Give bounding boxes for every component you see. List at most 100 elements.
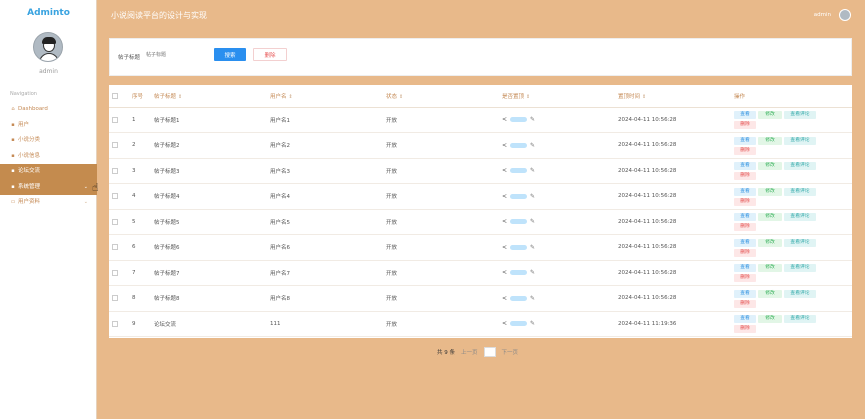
delete-button[interactable]: 删除 — [734, 248, 756, 257]
edit-button[interactable]: 修改 — [758, 187, 782, 196]
app-logo[interactable]: Adminto — [0, 8, 97, 18]
edit-button[interactable]: 修改 — [758, 136, 782, 145]
view-comments-button[interactable]: 查看评论 — [784, 264, 816, 273]
row-checkbox[interactable] — [109, 234, 129, 261]
sidebar-item-1[interactable]: ▪ 用户 — [0, 118, 97, 134]
pinned-switch[interactable] — [510, 321, 528, 327]
next-page-button[interactable]: 下一页 — [502, 348, 519, 356]
view-button[interactable]: 查看 — [734, 187, 756, 196]
search-button[interactable]: 搜索 — [214, 48, 246, 61]
view-comments-button[interactable]: 查看评论 — [784, 238, 816, 247]
row-pinned[interactable]: < ✎ — [499, 132, 615, 159]
header-avatar[interactable] — [839, 9, 851, 21]
row-actions: 查看 修改 查看评论删除 — [731, 132, 852, 159]
edit-icon[interactable]: ✎ — [530, 116, 535, 123]
sidebar-item-4[interactable]: ▪ 论坛交流 — [0, 164, 97, 180]
edit-button[interactable]: 修改 — [758, 111, 782, 120]
edit-button[interactable]: 修改 — [758, 162, 782, 171]
row-pinned[interactable]: < ✎ — [499, 234, 615, 261]
delete-button[interactable]: 删除 — [734, 325, 756, 334]
col-pinned[interactable]: 是否置顶 ⇕ — [499, 85, 615, 108]
row-checkbox[interactable] — [109, 183, 129, 210]
row-pinned[interactable]: < ✎ — [499, 183, 615, 210]
view-button[interactable]: 查看 — [734, 315, 756, 324]
row-pinned[interactable]: < ✎ — [499, 107, 615, 133]
view-comments-button[interactable]: 查看评论 — [784, 213, 816, 222]
delete-button[interactable]: 删除 — [734, 172, 756, 181]
edit-icon[interactable]: ✎ — [530, 244, 535, 251]
pinned-switch[interactable] — [510, 193, 528, 199]
view-button[interactable]: 查看 — [734, 111, 756, 120]
pinned-switch[interactable] — [510, 142, 528, 148]
bulk-delete-button[interactable]: 删除 — [253, 48, 287, 61]
edit-button[interactable]: 修改 — [758, 264, 782, 273]
edit-icon[interactable]: ✎ — [530, 218, 535, 225]
row-pinned[interactable]: < ✎ — [499, 209, 615, 235]
sidebar-item-0[interactable]: ⌂ Dashboard — [0, 102, 97, 118]
delete-button[interactable]: 删除 — [734, 197, 756, 206]
sidebar-item-5[interactable]: ▪ 系统管理 ⌄ — [0, 179, 97, 195]
pinned-switch[interactable] — [510, 270, 528, 276]
row-checkbox[interactable] — [109, 311, 129, 337]
delete-button[interactable]: 删除 — [734, 274, 756, 283]
delete-button[interactable]: 删除 — [734, 146, 756, 155]
view-comments-button[interactable]: 查看评论 — [784, 289, 816, 298]
view-button[interactable]: 查看 — [734, 136, 756, 145]
edit-button[interactable]: 修改 — [758, 289, 782, 298]
edit-icon[interactable]: ✎ — [530, 320, 535, 327]
row-time: 2024-04-11 10:56:28 — [615, 132, 731, 159]
view-button[interactable]: 查看 — [734, 238, 756, 247]
sidebar-item-2[interactable]: ▪ 小说分类 — [0, 133, 97, 149]
col-status[interactable]: 状态 ⇕ — [383, 85, 499, 108]
edit-button[interactable]: 修改 — [758, 238, 782, 247]
row-checkbox[interactable] — [109, 285, 129, 312]
table-row: 9 论坛交流 111 开放 < ✎ 2024-04-11 11:19:36 查看 修改 查看评论删… — [109, 311, 852, 337]
row-user: 用户名8 — [267, 285, 383, 312]
view-comments-button[interactable]: 查看评论 — [784, 136, 816, 145]
edit-icon[interactable]: ✎ — [530, 167, 535, 174]
sidebar-item-6[interactable]: ▭ 用户资料 ⌄ — [0, 195, 97, 211]
edit-icon[interactable]: ✎ — [530, 142, 535, 149]
search-input[interactable] — [146, 48, 212, 62]
pinned-switch[interactable] — [510, 244, 528, 250]
col-pin-time[interactable]: 置顶时间 ⇕ — [615, 85, 731, 108]
pinned-switch[interactable] — [510, 219, 528, 225]
row-checkbox[interactable] — [109, 209, 129, 235]
header-username[interactable]: admin — [814, 12, 831, 18]
pinned-switch[interactable] — [510, 168, 528, 174]
delete-button[interactable]: 删除 — [734, 299, 756, 308]
pinned-switch[interactable] — [510, 295, 528, 301]
edit-button[interactable]: 修改 — [758, 213, 782, 222]
avatar[interactable] — [33, 32, 63, 62]
page-number-input[interactable] — [483, 347, 496, 357]
edit-icon[interactable]: ✎ — [530, 193, 535, 200]
view-button[interactable]: 查看 — [734, 213, 756, 222]
row-pinned[interactable]: < ✎ — [499, 260, 615, 286]
col-title[interactable]: 帖子标题 ⇕ — [151, 85, 267, 108]
delete-button[interactable]: 删除 — [734, 121, 756, 130]
row-pinned[interactable]: < ✎ — [499, 311, 615, 337]
row-pinned[interactable]: < ✎ — [499, 285, 615, 312]
view-comments-button[interactable]: 查看评论 — [784, 315, 816, 324]
view-comments-button[interactable]: 查看评论 — [784, 111, 816, 120]
prev-page-button[interactable]: 上一页 — [461, 348, 478, 356]
row-checkbox[interactable] — [109, 260, 129, 286]
sidebar-item-3[interactable]: ▪ 小说信息 — [0, 149, 97, 165]
view-button[interactable]: 查看 — [734, 264, 756, 273]
edit-icon[interactable]: ✎ — [530, 269, 535, 276]
pinned-switch[interactable] — [510, 117, 528, 123]
edit-button[interactable]: 修改 — [758, 315, 782, 324]
view-button[interactable]: 查看 — [734, 289, 756, 298]
view-button[interactable]: 查看 — [734, 162, 756, 171]
row-checkbox[interactable] — [109, 132, 129, 159]
select-all-checkbox[interactable] — [109, 85, 129, 108]
delete-button[interactable]: 删除 — [734, 223, 756, 232]
col-user[interactable]: 用户名 ⇕ — [267, 85, 383, 108]
row-checkbox[interactable] — [109, 158, 129, 184]
view-comments-button[interactable]: 查看评论 — [784, 187, 816, 196]
row-checkbox[interactable] — [109, 107, 129, 133]
row-pinned[interactable]: < ✎ — [499, 158, 615, 184]
view-comments-button[interactable]: 查看评论 — [784, 162, 816, 171]
row-time: 2024-04-11 11:19:36 — [615, 311, 731, 337]
edit-icon[interactable]: ✎ — [530, 295, 535, 302]
